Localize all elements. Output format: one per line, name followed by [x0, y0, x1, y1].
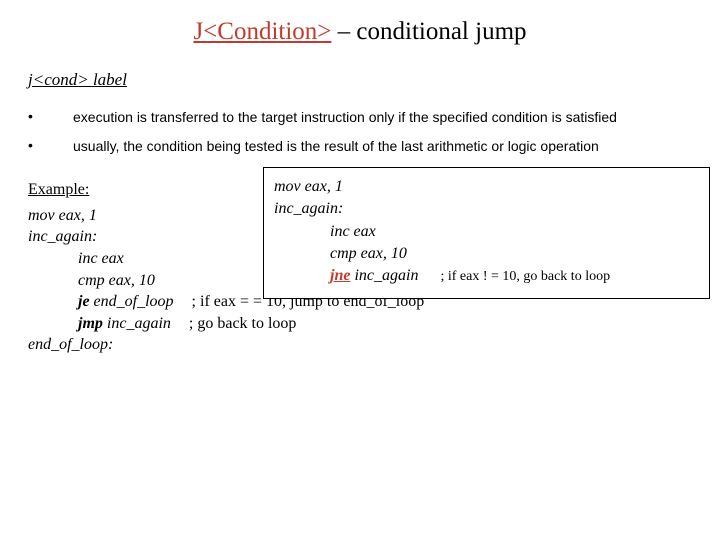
code-line: end_of_loop: — [28, 334, 692, 356]
comment: ; if eax ! = 10, go back to loop — [418, 267, 610, 287]
code-box-right: mov eax, 1 inc_again: inc eax cmp eax, 1… — [263, 167, 710, 299]
code-line: inc_again: — [274, 198, 699, 220]
comment: ; go back to loop — [171, 313, 297, 335]
bullet-item: • execution is transferred to the target… — [28, 108, 692, 127]
arg: inc_again — [350, 265, 418, 287]
example-area: mov eax, 1 inc_again: inc eax cmp eax, 1… — [28, 181, 692, 356]
code-line: inc eax — [274, 221, 699, 243]
keyword-je: je — [28, 291, 90, 313]
keyword-jne: jne — [274, 265, 350, 287]
code-line-jmp: jmp inc_again ; go back to loop — [28, 313, 692, 335]
keyword-jmp: jmp — [28, 313, 103, 335]
code-line-jne: jne inc_again ; if eax ! = 10, go back t… — [274, 265, 699, 287]
syntax-line: j<cond> label — [28, 70, 692, 90]
slide-title: J<Condition> – conditional jump — [28, 18, 692, 46]
bullet-list: • execution is transferred to the target… — [28, 108, 692, 156]
bullet-item: • usually, the condition being tested is… — [28, 137, 692, 156]
arg: inc_again — [103, 313, 171, 335]
bullet-marker: • — [28, 137, 73, 156]
bullet-text: execution is transferred to the target i… — [73, 108, 692, 127]
bullet-text: usually, the condition being tested is t… — [73, 137, 692, 156]
bullet-marker: • — [28, 108, 73, 127]
title-accent: J<Condition> — [193, 18, 331, 45]
arg: end_of_loop — [90, 291, 174, 313]
title-rest: – conditional jump — [331, 18, 526, 45]
code-line: mov eax, 1 — [274, 176, 699, 198]
code-line: cmp eax, 10 — [274, 243, 699, 265]
